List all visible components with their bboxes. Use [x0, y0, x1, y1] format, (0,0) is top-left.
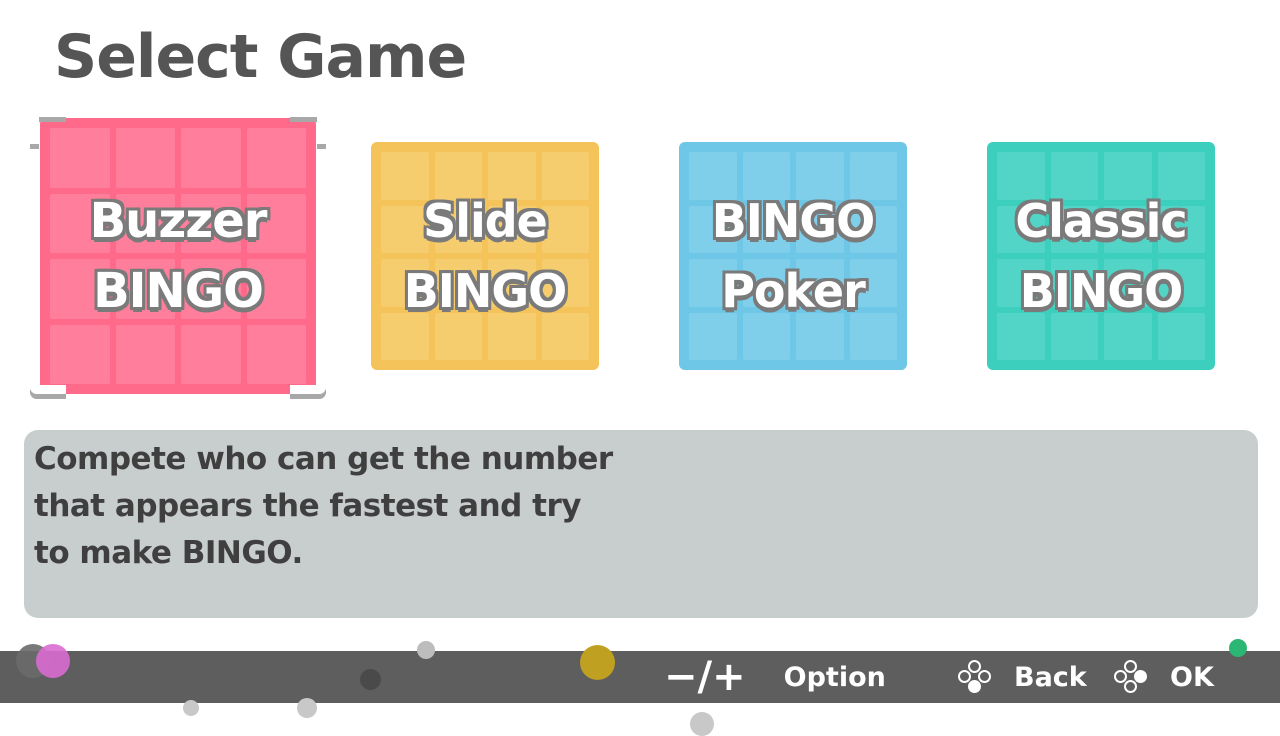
game-card-bingo-poker[interactable]: BINGO Poker [679, 142, 907, 370]
minus-plus-icon: −/+ [664, 654, 746, 700]
option-label: Option [783, 661, 886, 693]
card-label: Slide BINGO [403, 194, 568, 318]
b-button-icon [958, 660, 992, 694]
decorative-dot-icon [183, 700, 199, 716]
a-button-icon [1114, 660, 1148, 694]
description-panel: Compete who can get the number that appe… [24, 430, 1258, 618]
ok-label: OK [1170, 661, 1214, 693]
decorative-dot-icon [360, 669, 381, 690]
decorative-dot-icon [36, 644, 70, 678]
footer-bar [0, 651, 1280, 703]
decorative-dot-icon [417, 641, 435, 659]
card-label: Buzzer BINGO [89, 193, 268, 319]
decorative-dot-icon [580, 645, 615, 680]
game-card-slide-bingo[interactable]: Slide BINGO [371, 142, 599, 370]
ok-button[interactable]: OK [1114, 651, 1214, 703]
page-title: Select Game [54, 22, 467, 92]
card-label: Classic BINGO [1015, 194, 1187, 318]
decorative-dot-icon [1229, 639, 1247, 657]
back-label: Back [1014, 661, 1087, 693]
back-button[interactable]: Back [958, 651, 1087, 703]
decorative-dot-icon [297, 698, 317, 718]
selection-cursor-corner-icon [30, 358, 66, 394]
game-card-buzzer-bingo[interactable]: Buzzer BINGO [40, 118, 316, 394]
option-control[interactable]: −/+ Option [664, 651, 886, 703]
description-text: Compete who can get the number [34, 441, 613, 477]
card-label: BINGO Poker [711, 194, 876, 318]
decorative-dot-icon [690, 712, 714, 736]
selection-cursor-corner-icon [30, 108, 66, 144]
description-text: to make BINGO. [34, 535, 303, 571]
description-text: that appears the fastest and try [34, 488, 581, 524]
selection-cursor-corner-icon [290, 358, 326, 394]
game-card-classic-bingo[interactable]: Classic BINGO [987, 142, 1215, 370]
selection-cursor-corner-icon [290, 108, 326, 144]
